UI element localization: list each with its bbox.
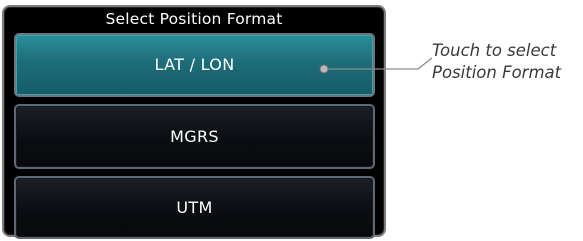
figure: Select Position Format LAT / LON MGRS UT… xyxy=(0,0,583,241)
touch-point-dot xyxy=(319,64,329,74)
callout-line-2: Position Format xyxy=(432,63,562,82)
callout-text: Touch to select Position Format xyxy=(432,40,561,84)
callout-leader-line xyxy=(319,57,433,74)
callout-line-1: Touch to select xyxy=(432,41,557,60)
leader-line-bend xyxy=(417,57,433,70)
